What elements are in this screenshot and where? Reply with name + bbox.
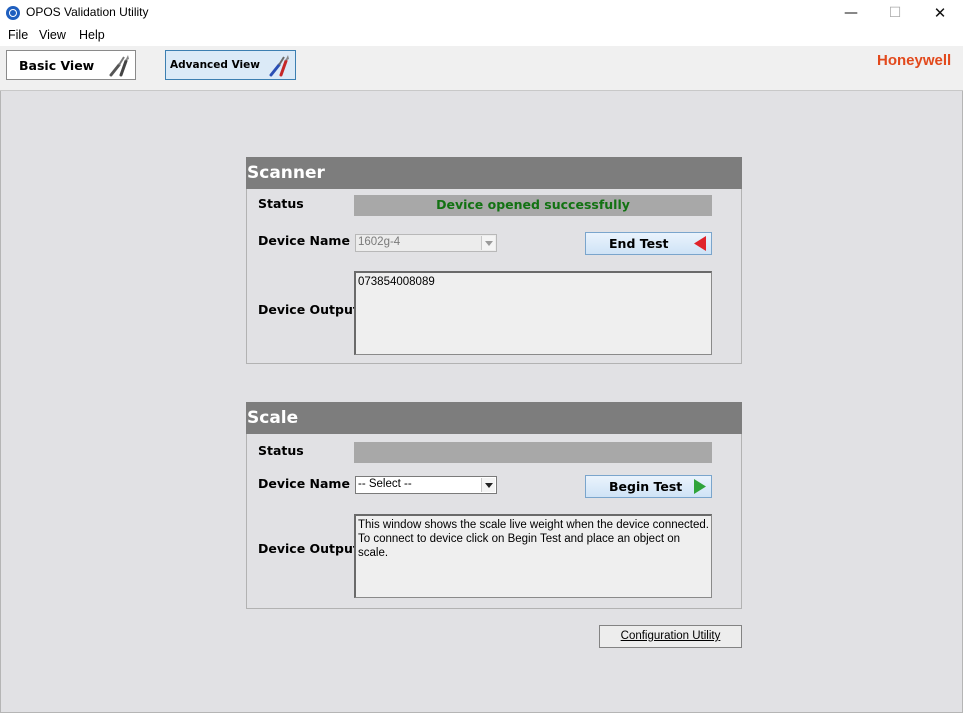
scale-status-bar — [354, 442, 712, 463]
scale-device-name-label: Device Name — [258, 476, 350, 491]
begin-test-label: Begin Test — [609, 479, 683, 494]
scanner-title: Scanner — [247, 163, 325, 183]
honeywell-logo: Honeywell — [877, 52, 952, 69]
end-test-button[interactable]: End Test — [585, 232, 712, 255]
advanced-view-button[interactable]: Advanced View — [165, 50, 296, 80]
basic-view-button[interactable]: Basic View — [6, 50, 136, 80]
scanner-header: Scanner — [246, 157, 742, 189]
chevron-down-icon — [481, 236, 495, 250]
scale-output-line: This window shows the scale live weight … — [358, 519, 709, 531]
tools-icon — [109, 55, 129, 77]
scale-section: Scale Status Device Name -- Select -- Be… — [246, 402, 742, 609]
configuration-utility-button[interactable]: Configuration Utility — [599, 625, 742, 648]
scanner-device-name-label: Device Name — [258, 233, 350, 248]
close-button[interactable]: ✕ — [917, 0, 963, 26]
play-arrow-icon — [694, 479, 706, 494]
scanner-device-output-label: Device Output — [258, 302, 359, 317]
begin-test-button[interactable]: Begin Test — [585, 475, 712, 498]
toolbar: Basic View Advanced View Honeywell — [0, 46, 963, 91]
minimize-button[interactable]: — — [828, 0, 874, 26]
scanner-status-bar: Device opened successfully — [354, 195, 712, 216]
app-icon — [6, 6, 20, 20]
advanced-view-label: Advanced View — [170, 59, 260, 71]
main-panel: Scanner Status Device opened successfull… — [0, 91, 963, 713]
scanner-status-label: Status — [258, 196, 304, 211]
maximize-button[interactable]: ☐ — [872, 0, 918, 26]
basic-view-label: Basic View — [19, 58, 95, 73]
scanner-output-text: 073854008089 — [358, 276, 435, 288]
menu-file[interactable]: File — [8, 28, 28, 42]
scale-status-label: Status — [258, 443, 304, 458]
chevron-down-icon[interactable] — [481, 478, 495, 492]
scanner-device-select-value: 1602g-4 — [358, 236, 401, 248]
scanner-section: Scanner Status Device opened successfull… — [246, 157, 742, 364]
title-bar: OPOS Validation Utility — ☐ ✕ — [0, 0, 963, 26]
scale-device-output-label: Device Output — [258, 541, 359, 556]
window-title: OPOS Validation Utility — [26, 5, 149, 19]
scale-device-select[interactable]: -- Select -- — [355, 476, 497, 494]
scanner-output-box[interactable]: 073854008089 — [354, 271, 712, 355]
scale-body: Status Device Name -- Select -- Begin Te… — [246, 434, 742, 609]
menu-bar: File View Help — [0, 26, 963, 46]
scanner-device-select: 1602g-4 — [355, 234, 497, 252]
menu-view[interactable]: View — [39, 28, 66, 42]
scale-header: Scale — [246, 402, 742, 434]
scale-output-line: To connect to device click on Begin Test… — [358, 533, 680, 559]
scale-title: Scale — [247, 408, 299, 428]
menu-help[interactable]: Help — [79, 28, 105, 42]
scale-output-box[interactable]: This window shows the scale live weight … — [354, 514, 712, 598]
end-test-label: End Test — [609, 236, 669, 251]
stop-arrow-icon — [694, 236, 706, 251]
scale-device-select-value: -- Select -- — [358, 478, 412, 490]
tools-colored-icon — [269, 55, 289, 77]
scanner-body: Status Device opened successfully Device… — [246, 189, 742, 364]
